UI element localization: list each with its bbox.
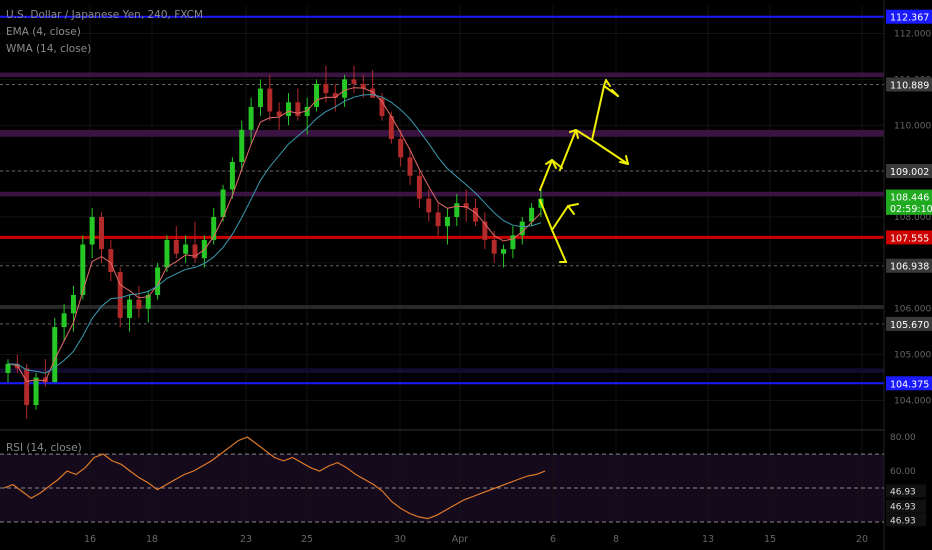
price-label: 107.555 [890,233,929,244]
candle-body [33,377,39,406]
candle-body [454,203,460,217]
candle-body [99,217,104,250]
candle-body [267,88,273,112]
candle-body [342,79,348,98]
price-zone [0,129,884,137]
x-tick-label: Apr [452,534,469,545]
price-label: 112.367 [890,13,929,24]
price-zone [0,191,884,197]
wma-legend: WMA (14, close) [6,43,92,55]
candle-body [444,217,450,227]
usdjpy-chart: 104.000105.000106.000107.000108.000109.0… [0,0,932,550]
candle-body [501,249,507,254]
candle-body [127,299,133,318]
price-label: 104.375 [890,379,929,390]
price-label: 110.889 [890,80,929,91]
candle-body [173,239,179,254]
price-label: 02:59:10 [890,204,932,215]
price-label: 106.938 [890,262,929,273]
x-tick-label: 15 [764,534,776,545]
candle-body [5,363,11,373]
candle-body [183,244,189,254]
candle-body [398,139,404,158]
candle-body [529,207,535,222]
x-tick-label: 8 [613,534,619,545]
candle-body [108,249,114,273]
candle-body [407,157,413,176]
candle-body [435,212,441,227]
y-tick-label: 112.000 [894,30,931,40]
y-tick-label: 105.000 [894,351,931,361]
price-zone [0,72,884,78]
candle-body [426,198,432,213]
candle-body [117,272,123,318]
x-tick-label: 20 [856,534,868,545]
x-tick-label: 25 [301,534,313,545]
rsi-tick-label: 46.93 [890,503,916,513]
candle-body [80,244,86,295]
candle-body [351,79,357,84]
candle-body [286,102,291,117]
rsi-tick-label: 46.93 [890,516,916,526]
x-tick-label: 23 [240,534,252,545]
candle-body [295,102,301,117]
price-label: 109.002 [890,167,929,178]
candle-body [416,175,422,199]
candle-body [491,239,497,254]
candle-body [164,239,170,268]
y-tick-label: 104.000 [894,396,931,406]
candle-body [61,313,67,328]
price-zone [0,368,884,373]
rsi-legend: RSI (14, close) [6,442,82,454]
ema-legend: EMA (4, close) [6,26,81,38]
candle-body [89,217,95,245]
candle-body [248,106,254,130]
candle-body [70,294,76,314]
rsi-tick-label: 80.00 [890,433,916,443]
x-tick-label: 30 [394,534,406,545]
x-tick-label: 13 [702,534,714,545]
candle-body [239,129,245,162]
candle-body [323,83,329,94]
candle-body [24,368,30,406]
rsi-tick-label: 46.93 [890,487,916,497]
price-zone [0,305,884,309]
candle-body [229,161,235,190]
price-label: 105.670 [890,320,929,331]
candle-body [257,88,263,107]
chart-canvas: 104.000105.000106.000107.000108.000109.0… [0,0,932,550]
x-tick-label: 18 [146,534,158,545]
y-tick-label: 106.000 [894,305,931,315]
y-tick-label: 110.000 [894,121,931,131]
x-tick-label: 6 [550,534,556,545]
chart-title: U.S. Dollar / Japanese Yen, 240, FXCM [6,9,204,21]
candle-body [314,83,320,107]
x-tick-label: 16 [84,534,96,545]
rsi-tick-label: 60.00 [890,467,916,477]
candle-body [136,299,142,309]
candle-body [52,327,58,383]
